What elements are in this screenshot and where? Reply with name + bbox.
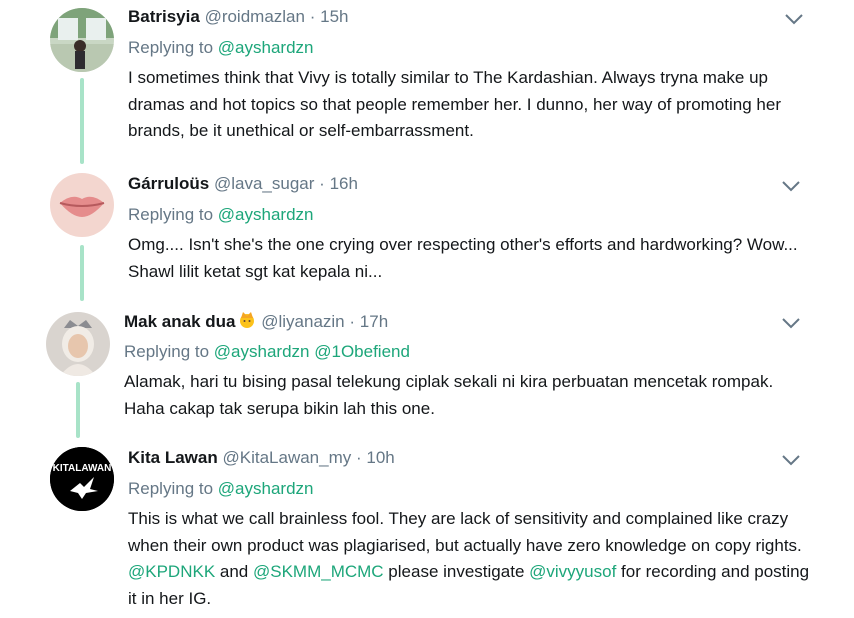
tweet-batrisyia[interactable]: Batrisyia @roidmazlan · 15h Replying to … [0, 0, 854, 165]
timestamp[interactable]: 17h [360, 312, 388, 331]
tweet-header: Batrisyia @roidmazlan · 15h [128, 7, 348, 27]
person-with-crown-emoji [239, 312, 254, 328]
tweet-header: Mak anak dua @liyanazin · 17h [124, 310, 388, 332]
mention-link[interactable]: @KPDNKK [128, 562, 215, 581]
mention-link[interactable]: @ayshardzn [214, 342, 310, 361]
replying-to: Replying to @ayshardzn @1Obefiend [124, 341, 410, 363]
mention-link[interactable]: @ayshardzn [218, 479, 314, 498]
tweet-text: Omg.... Isn't she's the one crying over … [128, 235, 798, 281]
timestamp[interactable]: 16h [330, 174, 358, 193]
display-name[interactable]: Kita Lawan [128, 448, 218, 467]
avatar[interactable] [50, 173, 114, 237]
chevron-down-icon[interactable] [781, 179, 801, 193]
tweet-text: Alamak, hari tu bising pasal telekung ci… [124, 372, 774, 418]
replying-to-label: Replying to [124, 342, 210, 361]
separator-dot: · [309, 7, 316, 26]
mention-link[interactable]: @vivyyusof [529, 562, 616, 581]
tweet-text: This is what we call brainless fool. The… [128, 506, 818, 612]
avatar[interactable] [46, 312, 110, 376]
replying-to: Replying to @ayshardzn [128, 37, 314, 59]
text-segment: please investigate [383, 562, 530, 581]
user-handle[interactable]: @KitaLawan_my [222, 448, 351, 467]
tweet-text: I sometimes think that Vivy is totally s… [128, 68, 781, 140]
chevron-down-icon[interactable] [781, 316, 801, 330]
tweet-header: Gárruloüs @lava_sugar · 16h [128, 174, 358, 194]
avatar-text: KITALAWAN [53, 463, 112, 474]
replying-to-label: Replying to [128, 38, 214, 57]
tweet-kita-lawan[interactable]: KITALAWAN Kita Lawan @KitaLawan_my · 10h… [0, 439, 854, 618]
timestamp[interactable]: 15h [320, 7, 348, 26]
text-segment: and [215, 562, 253, 581]
user-handle[interactable]: @lava_sugar [214, 174, 314, 193]
display-name[interactable]: Gárruloüs [128, 174, 209, 193]
mention-link[interactable]: @ayshardzn [218, 205, 314, 224]
avatar[interactable]: KITALAWAN [50, 447, 114, 511]
timestamp[interactable]: 10h [366, 448, 394, 467]
replying-to: Replying to @ayshardzn [128, 204, 314, 226]
display-name[interactable]: Batrisyia [128, 7, 200, 26]
replying-to-label: Replying to [128, 479, 214, 498]
chevron-down-icon[interactable] [781, 453, 801, 467]
replying-to-label: Replying to [128, 205, 214, 224]
replying-to: Replying to @ayshardzn [128, 478, 314, 500]
mention-link[interactable]: @ayshardzn [218, 38, 314, 57]
tweet-garrulous[interactable]: Gárruloüs @lava_sugar · 16h Replying to … [0, 165, 854, 302]
thread-line [80, 78, 84, 164]
mention-link[interactable]: @1Obefiend [314, 342, 410, 361]
mention-link[interactable]: @SKMM_MCMC [253, 562, 384, 581]
thread-line [80, 245, 84, 301]
separator-dot: · [349, 312, 356, 331]
avatar[interactable] [50, 8, 114, 72]
thread-line [76, 382, 80, 438]
user-handle[interactable]: @roidmazlan [205, 7, 305, 26]
display-name[interactable]: Mak anak dua [124, 312, 236, 331]
separator-dot: · [319, 174, 325, 193]
chevron-down-icon[interactable] [784, 12, 804, 26]
tweet-header: Kita Lawan @KitaLawan_my · 10h [128, 448, 395, 468]
user-handle[interactable]: @liyanazin [261, 312, 344, 331]
tweet-mak-anak-dua[interactable]: Mak anak dua @liyanazin · 17h Replying t… [0, 302, 854, 439]
text-segment: This is what we call brainless fool. The… [128, 509, 802, 555]
separator-dot: · [355, 448, 362, 467]
